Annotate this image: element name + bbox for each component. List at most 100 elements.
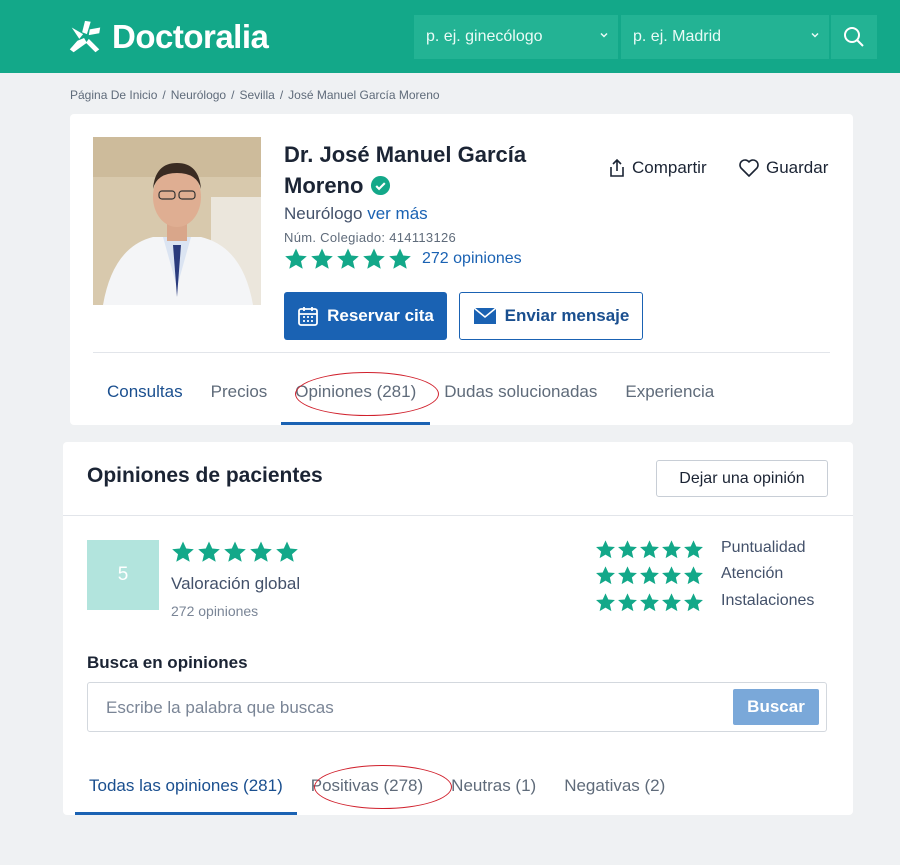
share-icon xyxy=(610,158,624,177)
envelope-icon xyxy=(473,307,497,324)
star-icon xyxy=(683,539,704,560)
doctoralia-logo[interactable]: Doctoralia xyxy=(66,18,269,56)
star-icon xyxy=(249,540,273,564)
star-icon xyxy=(388,247,412,271)
star-icon xyxy=(661,592,682,613)
star-icon xyxy=(617,565,638,586)
opinions-search-field[interactable]: Escribe la palabra que buscas Buscar xyxy=(87,682,827,732)
breadcrumb-separator: / xyxy=(231,88,235,102)
send-message-button[interactable]: Enviar mensaje xyxy=(459,292,643,340)
specialty-search-field[interactable]: p. ej. ginecólogo xyxy=(414,15,618,59)
specialty-text: Neurólogo xyxy=(284,204,363,223)
rating-stars xyxy=(284,247,412,271)
star-icon xyxy=(639,565,660,586)
tab-precios[interactable]: Precios xyxy=(197,366,282,425)
tab-consultas[interactable]: Consultas xyxy=(93,366,197,425)
star-icon xyxy=(617,539,638,560)
heart-icon xyxy=(739,159,759,177)
criterion-stars xyxy=(595,565,720,586)
tab-opiniones[interactable]: Opiniones (281) xyxy=(281,366,431,425)
leave-opinion-button[interactable]: Dejar una opinión xyxy=(656,460,828,497)
star-icon xyxy=(595,565,616,586)
top-navigation-bar: Doctoralia p. ej. ginecólogo p. ej. Madr… xyxy=(0,0,900,73)
share-button[interactable]: Compartir xyxy=(608,158,707,178)
overall-score-badge: 5 xyxy=(87,540,159,610)
breadcrumb-current: José Manuel García Moreno xyxy=(288,88,440,102)
criterion-label: Puntualidad xyxy=(721,539,806,556)
criterion-row: Puntualidad xyxy=(595,539,806,560)
location-search-field[interactable]: p. ej. Madrid xyxy=(621,15,829,59)
rating-row: 272 opiniones xyxy=(284,247,522,271)
doctor-photo xyxy=(93,137,261,305)
breadcrumb-city[interactable]: Sevilla xyxy=(239,88,274,102)
calendar-icon xyxy=(298,307,318,326)
star-icon xyxy=(617,592,638,613)
section-divider xyxy=(93,352,830,353)
chevron-down-icon xyxy=(811,32,819,38)
breadcrumb: Página De Inicio / Neurólogo / Sevilla /… xyxy=(70,88,440,102)
criterion-label: Instalaciones xyxy=(721,592,815,609)
doctor-specialty: Neurólogo ver más xyxy=(284,204,428,224)
registration-number: Núm. Colegiado: 414113126 xyxy=(284,230,457,245)
logo-icon xyxy=(69,20,101,53)
star-icon xyxy=(595,592,616,613)
star-icon xyxy=(661,565,682,586)
breadcrumb-home[interactable]: Página De Inicio xyxy=(70,88,157,102)
tab-positive-opinions[interactable]: Positivas (278) xyxy=(297,757,437,815)
save-button[interactable]: Guardar xyxy=(738,158,828,178)
star-icon xyxy=(362,247,386,271)
doctor-name-text: Dr. José Manuel García Moreno xyxy=(284,142,527,198)
tab-negative-opinions[interactable]: Negativas (2) xyxy=(550,757,679,815)
criterion-stars xyxy=(595,539,720,560)
star-icon xyxy=(683,592,704,613)
criterion-stars xyxy=(595,592,720,613)
section-divider xyxy=(63,515,853,516)
star-icon xyxy=(197,540,221,564)
search-icon xyxy=(844,27,864,47)
location-placeholder: p. ej. Madrid xyxy=(633,28,722,45)
book-appointment-button[interactable]: Reservar cita xyxy=(284,292,447,340)
opinions-count-link[interactable]: 272 opiniones xyxy=(422,250,522,268)
star-icon xyxy=(284,247,308,271)
star-icon xyxy=(336,247,360,271)
verified-badge-icon xyxy=(370,175,390,196)
overall-rating-stars xyxy=(171,540,299,564)
star-icon xyxy=(171,540,195,564)
tab-neutral-opinions[interactable]: Neutras (1) xyxy=(437,757,550,815)
breadcrumb-specialty[interactable]: Neurólogo xyxy=(171,88,226,102)
doctor-profile-card: Dr. José Manuel García Moreno Neurólogo … xyxy=(70,114,853,425)
breadcrumb-separator: / xyxy=(162,88,166,102)
book-appointment-label: Reservar cita xyxy=(327,306,434,325)
star-icon xyxy=(639,539,660,560)
save-label: Guardar xyxy=(766,158,829,177)
breadcrumb-separator: / xyxy=(279,88,284,102)
chevron-down-icon xyxy=(600,32,608,38)
star-icon xyxy=(683,565,704,586)
star-icon xyxy=(223,540,247,564)
patient-opinions-card: Opiniones de pacientes Dejar una opinión… xyxy=(63,442,853,815)
opinions-search-input[interactable]: Escribe la palabra que buscas xyxy=(106,698,334,718)
brand-name: Doctoralia xyxy=(112,18,269,55)
doctor-name: Dr. José Manuel García Moreno xyxy=(284,139,584,201)
star-icon xyxy=(275,540,299,564)
star-icon xyxy=(310,247,334,271)
tab-all-opinions[interactable]: Todas las opiniones (281) xyxy=(75,757,297,815)
search-opinions-title: Busca en opiniones xyxy=(87,653,248,672)
search-button[interactable] xyxy=(831,15,877,59)
opinion-filter-tabs: Todas las opiniones (281) Positivas (278… xyxy=(75,757,679,815)
tab-dudas-solucionadas[interactable]: Dudas solucionadas xyxy=(430,366,611,425)
global-opinions-count: 272 opiniones xyxy=(171,603,259,619)
global-rating-label: Valoración global xyxy=(171,574,301,593)
tab-experiencia[interactable]: Experiencia xyxy=(611,366,728,425)
see-more-link[interactable]: ver más xyxy=(367,204,427,223)
share-label: Compartir xyxy=(632,158,707,177)
criterion-row: Instalaciones xyxy=(595,592,814,613)
send-message-label: Enviar mensaje xyxy=(504,306,630,325)
star-icon xyxy=(661,539,682,560)
search-opinions-button[interactable]: Buscar xyxy=(733,689,819,725)
star-icon xyxy=(595,539,616,560)
opinions-title: Opiniones de pacientes xyxy=(87,464,323,487)
criterion-label: Atención xyxy=(721,565,784,582)
profile-tabs: Consultas Precios Opiniones (281) Dudas … xyxy=(93,366,728,425)
specialty-placeholder: p. ej. ginecólogo xyxy=(426,28,543,45)
